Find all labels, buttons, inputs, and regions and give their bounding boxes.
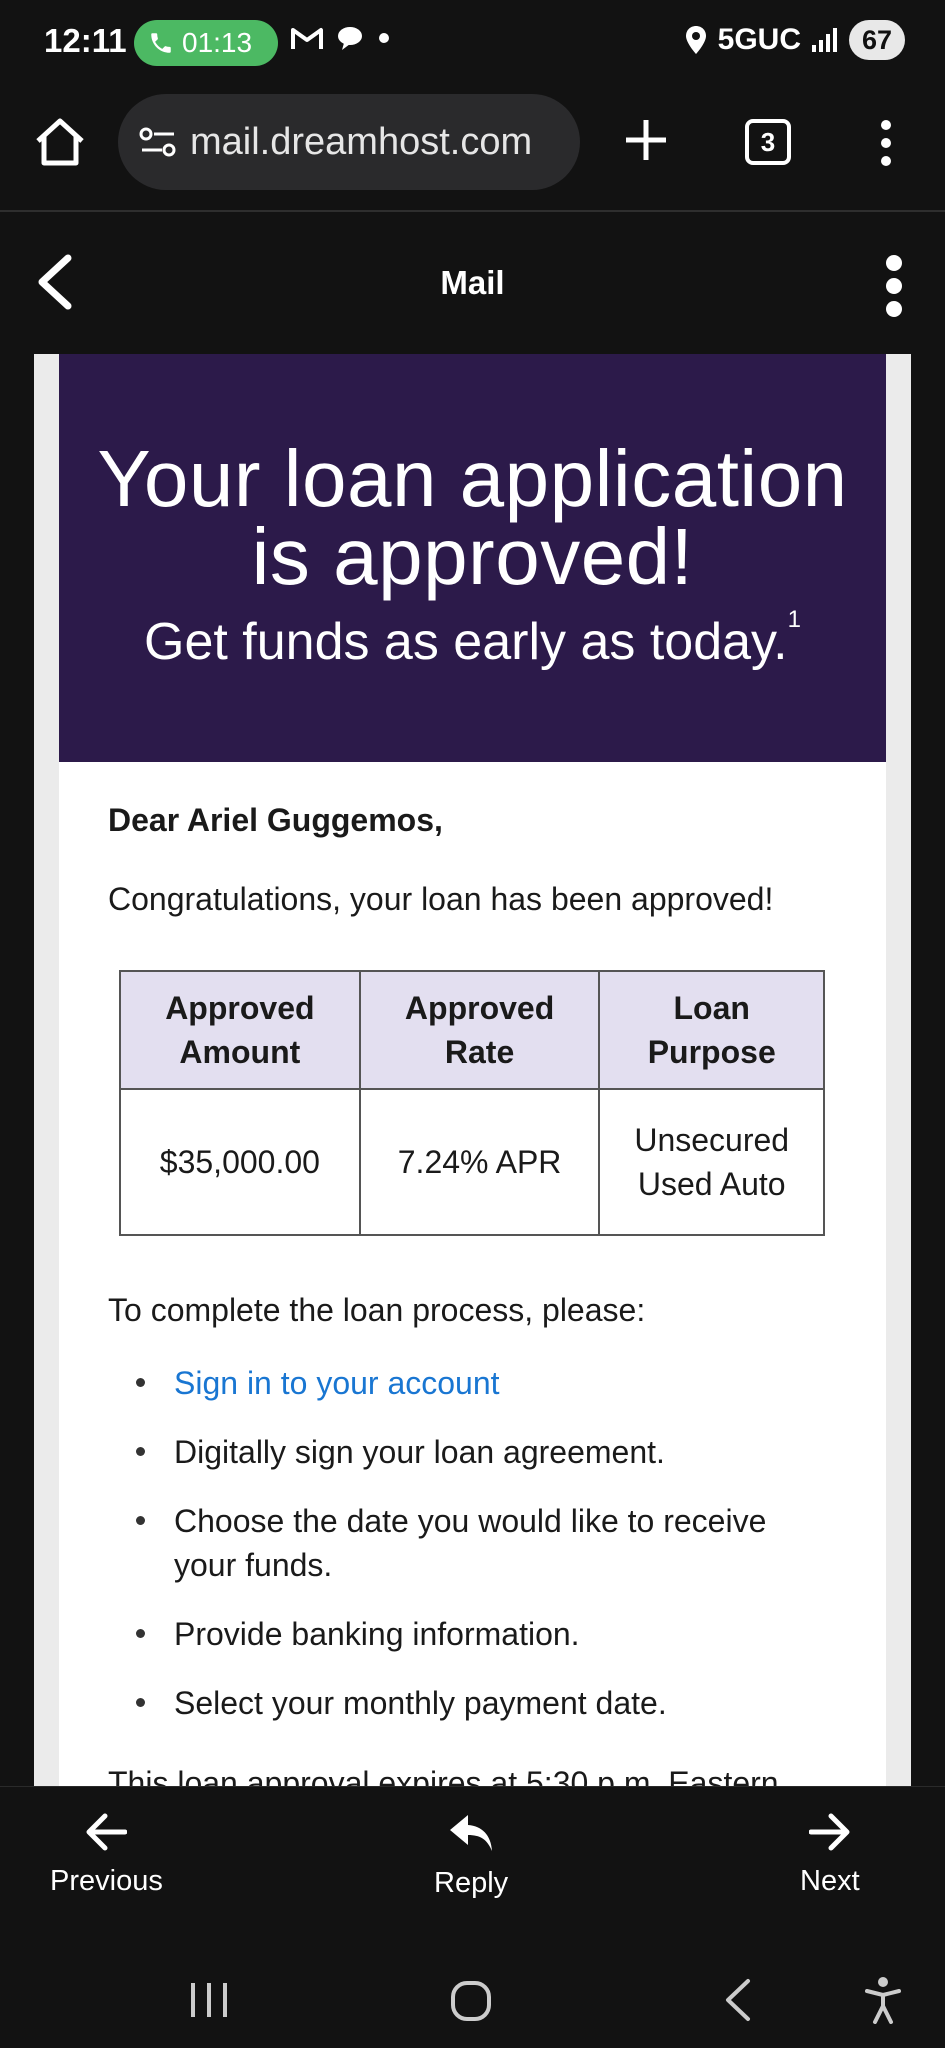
mail-app-bar: Mail bbox=[0, 212, 945, 354]
phone-icon bbox=[151, 33, 171, 53]
hero-title-line1: Your loan application bbox=[97, 434, 848, 523]
address-bar[interactable]: mail.dreamhost.com bbox=[118, 94, 580, 190]
browser-toolbar: mail.dreamhost.com 3 bbox=[0, 86, 945, 212]
location-icon bbox=[685, 26, 706, 54]
cell-purpose: Unsecured Used Auto bbox=[598, 1088, 825, 1236]
signal-icon bbox=[812, 28, 837, 52]
hero-title: Your loan application is approved! bbox=[59, 434, 886, 601]
battery-indicator: 67 bbox=[849, 20, 905, 60]
home-nav-icon[interactable] bbox=[450, 1980, 492, 2022]
complete-intro: To complete the loan process, please: bbox=[108, 1292, 646, 1328]
mail-menu-icon[interactable] bbox=[874, 254, 914, 318]
arrow-right-icon bbox=[808, 1813, 850, 1851]
hero-footnote: 1 bbox=[787, 606, 801, 633]
list-item[interactable]: Sign in to your account bbox=[136, 1361, 814, 1405]
dot-icon bbox=[379, 33, 389, 43]
email-body: Dear Ariel Guggemos, Congratulations, yo… bbox=[59, 802, 886, 1786]
cell-amount: $35,000.00 bbox=[119, 1088, 361, 1236]
hero-title-line2: is approved! bbox=[251, 512, 694, 601]
network-type: 5GUC bbox=[717, 23, 801, 56]
reply-icon bbox=[450, 1815, 493, 1851]
hero-subtitle: Get funds as early as today.1 bbox=[59, 606, 886, 672]
url-text: mail.dreamhost.com bbox=[190, 120, 533, 163]
chat-icon bbox=[338, 27, 362, 50]
table-header-row: Approved Amount Approved Rate Loan Purpose bbox=[119, 970, 825, 1090]
list-item: Select your monthly payment date. bbox=[136, 1681, 814, 1725]
call-timer: 01:13 bbox=[182, 27, 253, 58]
email-message: Your loan application is approved! Get f… bbox=[59, 354, 886, 1786]
accessibility-icon[interactable] bbox=[864, 1976, 902, 2024]
hero-subtitle-text: Get funds as early as today. bbox=[144, 613, 788, 671]
cell-rate: 7.24% APR bbox=[358, 1088, 601, 1236]
hero-banner: Your loan application is approved! Get f… bbox=[59, 354, 886, 762]
gmail-icon bbox=[291, 28, 323, 49]
congrats-text: Congratulations, your loan has been appr… bbox=[108, 881, 774, 917]
home-icon[interactable] bbox=[32, 114, 88, 170]
status-bar: 12:11 01:13 5GUC 67 bbox=[0, 0, 945, 86]
new-tab-icon[interactable] bbox=[620, 114, 672, 166]
table-row: $35,000.00 7.24% APR Unsecured Used Auto bbox=[119, 1088, 825, 1236]
previous-button[interactable]: Previous bbox=[50, 1813, 163, 1898]
expiration-notice: This loan approval expires at 5:30 p.m. … bbox=[108, 1765, 779, 1786]
next-label: Next bbox=[800, 1865, 860, 1897]
system-nav-bar bbox=[0, 1954, 945, 2048]
call-indicator[interactable]: 01:13 bbox=[134, 20, 278, 66]
header-approved-amount: Approved Amount bbox=[119, 970, 361, 1090]
app-title: Mail bbox=[440, 264, 505, 301]
list-item: Choose the date you would like to receiv… bbox=[136, 1499, 814, 1587]
arrow-left-icon bbox=[86, 1813, 128, 1851]
recent-apps-icon[interactable] bbox=[188, 1980, 230, 2020]
greeting: Dear Ariel Guggemos, bbox=[108, 802, 443, 838]
previous-label: Previous bbox=[50, 1865, 163, 1897]
sign-in-link[interactable]: Sign in to your account bbox=[174, 1365, 500, 1401]
mail-bottom-nav: Previous Reply Next bbox=[0, 1786, 945, 1954]
list-item: Provide banking information. bbox=[136, 1612, 814, 1656]
next-button[interactable]: Next bbox=[800, 1813, 860, 1898]
site-settings-icon[interactable] bbox=[138, 124, 178, 160]
back-nav-icon[interactable] bbox=[722, 1978, 754, 2022]
steps-list: Sign in to your account Digitally sign y… bbox=[108, 1361, 886, 1725]
loan-summary-table: Approved Amount Approved Rate Loan Purpose … bbox=[119, 970, 825, 1236]
status-time: 12:11 bbox=[44, 22, 127, 59]
list-item: Digitally sign your loan agreement. bbox=[136, 1430, 814, 1474]
header-approved-rate: Approved Rate bbox=[358, 970, 601, 1090]
header-loan-purpose: Loan Purpose bbox=[598, 970, 825, 1090]
reply-button[interactable]: Reply bbox=[434, 1813, 508, 1900]
more-vert-icon[interactable] bbox=[866, 118, 906, 168]
reply-label: Reply bbox=[434, 1867, 509, 1899]
email-viewport[interactable]: Your loan application is approved! Get f… bbox=[34, 354, 911, 1786]
tab-switcher-button[interactable]: 3 bbox=[745, 119, 791, 165]
